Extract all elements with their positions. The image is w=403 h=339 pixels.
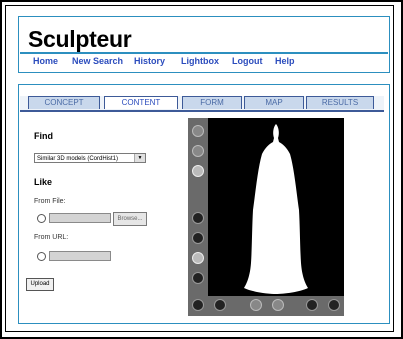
browse-button[interactable]: Browse... xyxy=(113,212,147,226)
nav-history[interactable]: History xyxy=(134,56,165,66)
rotate-left-icon[interactable] xyxy=(192,299,204,311)
chevron-down-icon[interactable]: ▼ xyxy=(134,154,145,162)
light-icon[interactable] xyxy=(192,252,204,264)
tab-content[interactable]: CONTENT xyxy=(104,96,178,109)
nav-logout[interactable]: Logout xyxy=(232,56,263,66)
tab-map[interactable]: MAP xyxy=(244,96,304,109)
find-select[interactable]: Similar 3D models (CordHist1) ▼ xyxy=(34,153,146,163)
find-select-value: Similar 3D models (CordHist1) xyxy=(37,156,119,162)
spin-left-icon[interactable] xyxy=(306,299,318,311)
nav-lightbox[interactable]: Lightbox xyxy=(181,56,219,66)
like-heading: Like xyxy=(34,177,53,187)
rotate-icon[interactable] xyxy=(192,125,204,137)
upload-button[interactable]: Upload xyxy=(26,278,54,291)
move-icon[interactable] xyxy=(192,232,204,244)
sculpture-silhouette xyxy=(244,124,308,294)
from-file-label: From File: xyxy=(34,198,66,205)
file-path-input[interactable] xyxy=(49,213,111,223)
tab-form[interactable]: FORM xyxy=(182,96,242,109)
find-heading: Find xyxy=(34,131,53,141)
spin-icon[interactable] xyxy=(192,212,204,224)
tab-results[interactable]: RESULTS xyxy=(306,96,374,109)
rotate-right-icon[interactable] xyxy=(214,299,226,311)
app-logo: Sculpteur xyxy=(28,26,132,52)
nav-new-search[interactable]: New Search xyxy=(72,56,123,66)
viewer-horizontal-toolbar xyxy=(188,296,344,316)
url-input[interactable] xyxy=(49,251,111,261)
from-file-radio[interactable] xyxy=(37,214,46,223)
next-icon[interactable] xyxy=(272,299,284,311)
from-url-label: From URL: xyxy=(34,234,69,241)
light-icon[interactable] xyxy=(192,165,204,177)
zoom-icon[interactable] xyxy=(192,272,204,284)
from-url-radio[interactable] xyxy=(37,252,46,261)
prev-icon[interactable] xyxy=(250,299,262,311)
nav-home[interactable]: Home xyxy=(33,56,58,66)
model-preview xyxy=(244,124,308,294)
nav-divider xyxy=(20,52,388,54)
nav-help[interactable]: Help xyxy=(275,56,295,66)
rotate-icon[interactable] xyxy=(192,145,204,157)
tab-concept[interactable]: CONCEPT xyxy=(28,96,100,109)
spin-right-icon[interactable] xyxy=(328,299,340,311)
